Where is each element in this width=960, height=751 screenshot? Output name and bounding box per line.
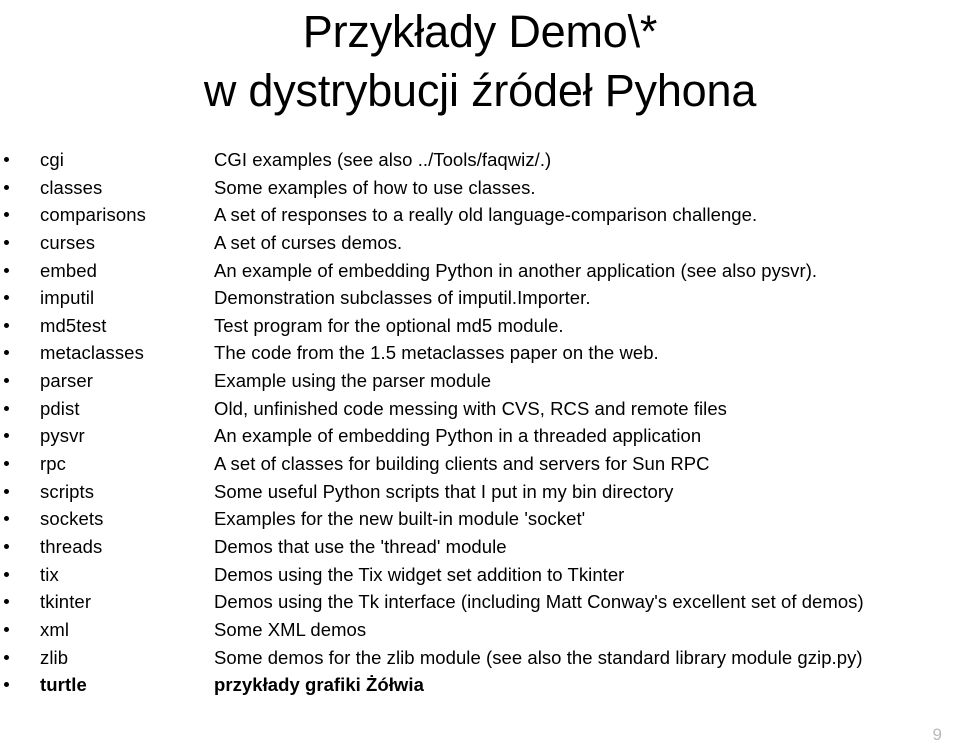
list-item: md5test Test program for the optional md5… — [0, 312, 960, 340]
list-item: curses A set of curses demos. — [0, 229, 960, 257]
slide-title-line-1: Przykłady Demo\* — [302, 6, 658, 57]
presentation-slide: Przykłady Demo\* w dystrybucji źródeł Py… — [0, 0, 960, 751]
slide-title-line-2: w dystrybucji źródeł Pyhona — [203, 65, 757, 116]
demo-directory-description: The code from the 1.5 metaclasses paper … — [214, 342, 659, 364]
demo-directory-description: A set of curses demos. — [214, 231, 403, 253]
list-item: zlib Some demos for the zlib module (see … — [0, 644, 960, 672]
demo-directory-name: threads — [40, 535, 103, 557]
list-item: tkinter Demos using the Tk interface (inc… — [0, 588, 960, 616]
demo-directory-description: CGI examples (see also ../Tools/faqwiz/.… — [214, 149, 552, 170]
demo-directory-name: curses — [40, 231, 96, 253]
demo-directory-name: turtle — [40, 674, 87, 696]
demo-directory-description: Test program for the optional md5 module… — [214, 314, 564, 336]
list-item: embed An example of embedding Python in a… — [0, 257, 960, 285]
bullet-icon — [4, 488, 9, 494]
list-item: comparisons A set of responses to a reall… — [0, 201, 960, 229]
bullet-icon — [4, 267, 9, 273]
list-item: pdist Old, unfinished code messing with C… — [0, 395, 960, 423]
demo-directory-name: scripts — [40, 480, 95, 502]
bullet-icon — [4, 433, 9, 439]
demo-directory-name: rpc — [40, 453, 66, 475]
demo-directory-description: przykłady grafiki Żółwia — [214, 674, 424, 696]
list-item: turtle przykłady grafiki Żółwia — [0, 671, 960, 699]
list-item: pysvr An example of embedding Python in a… — [0, 422, 960, 450]
bullet-icon — [4, 212, 9, 218]
bullet-icon — [4, 378, 9, 384]
demo-directory-name: tkinter — [40, 591, 92, 613]
list-item: tix Demos using the Tix widget set additi… — [0, 561, 960, 589]
list-item: parser Example using the parser module — [0, 367, 960, 395]
bullet-icon — [4, 682, 9, 688]
demo-directory-name: imputil — [40, 287, 95, 309]
bullet-icon — [4, 626, 9, 632]
list-item: imputil Demonstration subclasses of imput… — [0, 284, 960, 312]
demo-directory-name: comparisons — [40, 204, 146, 226]
list-item: scripts Some useful Python scripts that I… — [0, 478, 960, 506]
list-item: threads Demos that use the 'thread' modul… — [0, 533, 960, 561]
demo-directory-description: Some useful Python scripts that I put in… — [214, 480, 674, 502]
list-item: cgi CGI examples (see also ../Tools/faqwi… — [0, 146, 960, 174]
bullet-icon — [4, 516, 9, 522]
demo-directory-description: A set of classes for building clients an… — [214, 453, 710, 475]
bullet-icon — [4, 461, 9, 467]
list-item: xml Some XML demos — [0, 616, 960, 644]
bullet-icon — [4, 295, 9, 301]
page-number: 9 — [932, 725, 942, 744]
demo-directory-description: Old, unfinished code messing with CVS, R… — [214, 397, 727, 419]
demo-directory-description: A set of responses to a really old langu… — [214, 204, 758, 226]
demo-directory-name: pdist — [40, 397, 80, 419]
bullet-icon — [4, 599, 9, 605]
bullet-icon — [4, 405, 9, 411]
bullet-icon — [4, 571, 9, 577]
demo-directory-description: Demonstration subclasses of imputil.Impo… — [214, 287, 591, 309]
demo-directory-description: Some XML demos — [214, 618, 367, 640]
demo-directory-name: md5test — [40, 314, 107, 336]
demo-directory-name: parser — [40, 370, 94, 392]
bullet-icon — [4, 184, 9, 190]
bullet-icon — [4, 157, 9, 162]
demo-directory-name: classes — [40, 176, 103, 198]
bullet-icon — [4, 543, 9, 549]
list-item: metaclasses The code from the 1.5 metacla… — [0, 339, 960, 367]
bullet-icon — [4, 322, 9, 328]
demo-directory-description: Examples for the new built-in module 'so… — [214, 508, 586, 530]
demo-directory-description: Demos that use the 'thread' module — [214, 535, 507, 557]
bullet-icon — [4, 239, 9, 245]
demo-directory-name: pysvr — [40, 425, 85, 447]
demo-directory-name: embed — [40, 259, 98, 281]
demo-directory-name: zlib — [40, 646, 69, 668]
demo-directory-description: Some demos for the zlib module (see also… — [214, 646, 863, 668]
list-item: classes Some examples of how to use class… — [0, 174, 960, 202]
demo-directory-description: An example of embedding Python in anothe… — [214, 259, 818, 281]
demo-directory-list: cgi CGI examples (see also ../Tools/faqwi… — [0, 146, 960, 699]
demo-directory-name: sockets — [40, 508, 104, 530]
demo-directory-description: Example using the parser module — [214, 370, 492, 392]
bullet-icon — [4, 350, 9, 356]
demo-directory-description: Some examples of how to use classes. — [214, 176, 536, 198]
demo-directory-name: cgi — [40, 149, 64, 170]
bullet-icon — [4, 654, 9, 660]
demo-directory-description: Demos using the Tk interface (including … — [214, 591, 864, 613]
list-item: sockets Examples for the new built-in mod… — [0, 505, 960, 533]
list-item: rpc A set of classes for building clients… — [0, 450, 960, 478]
demo-directory-name: metaclasses — [40, 342, 144, 364]
demo-directory-name: tix — [40, 563, 59, 585]
demo-directory-description: Demos using the Tix widget set addition … — [214, 563, 625, 585]
demo-directory-description: An example of embedding Python in a thre… — [214, 425, 702, 447]
demo-directory-name: xml — [40, 618, 70, 640]
slide-title: Przykłady Demo\* w dystrybucji źródeł Py… — [0, 2, 960, 120]
